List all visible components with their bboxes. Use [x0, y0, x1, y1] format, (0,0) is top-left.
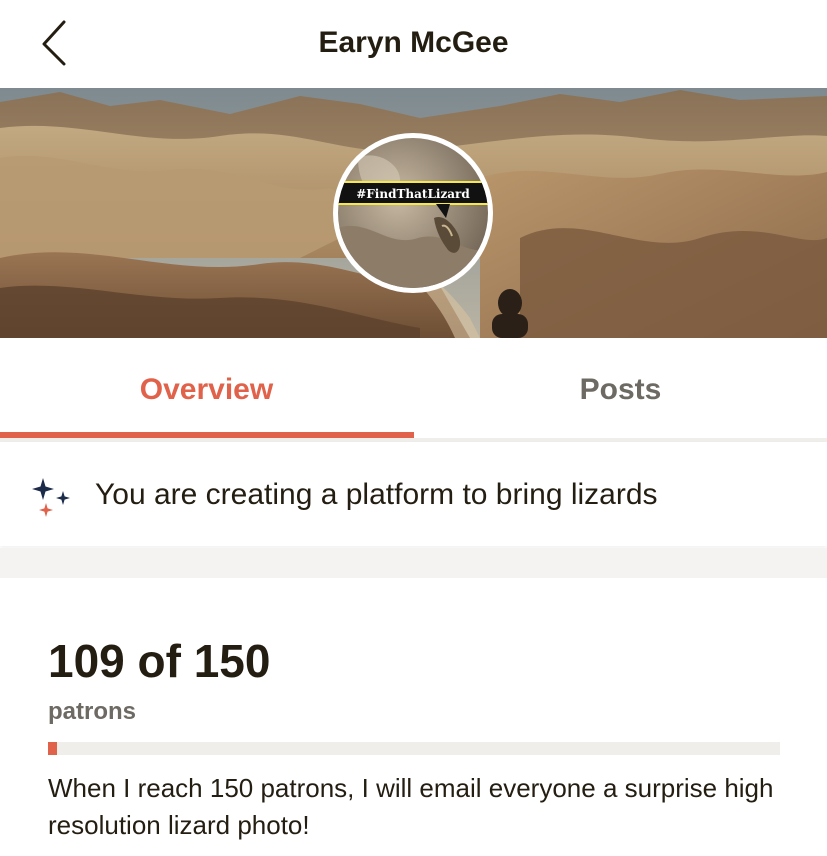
- mission-text: You are creating a platform to bring liz…: [95, 478, 658, 511]
- tab-posts[interactable]: Posts: [414, 338, 827, 438]
- sparkle-icon: [32, 478, 70, 517]
- creator-avatar[interactable]: #FindThatLizard: [333, 133, 493, 293]
- page-title: Earyn McGee: [318, 26, 509, 59]
- goal-progress-bar: [48, 742, 780, 755]
- goal-unit-label: patrons: [48, 698, 137, 725]
- tab-bar: Overview Posts: [0, 338, 827, 442]
- goal-progress-fill: [48, 742, 57, 755]
- tab-overview[interactable]: Overview: [0, 338, 413, 438]
- section-divider: [0, 548, 827, 578]
- mission-banner: You are creating a platform to bring liz…: [0, 442, 827, 546]
- goal-card: 109 of 150 patrons When I reach 150 patr…: [0, 578, 827, 856]
- goal-count: 109 of 150: [48, 635, 271, 687]
- active-tab-indicator: [0, 432, 414, 438]
- avatar-label: #FindThatLizard: [356, 187, 470, 201]
- goal-description: When I reach 150 patrons, I will email e…: [48, 773, 774, 840]
- top-bar: Earyn McGee: [0, 0, 827, 88]
